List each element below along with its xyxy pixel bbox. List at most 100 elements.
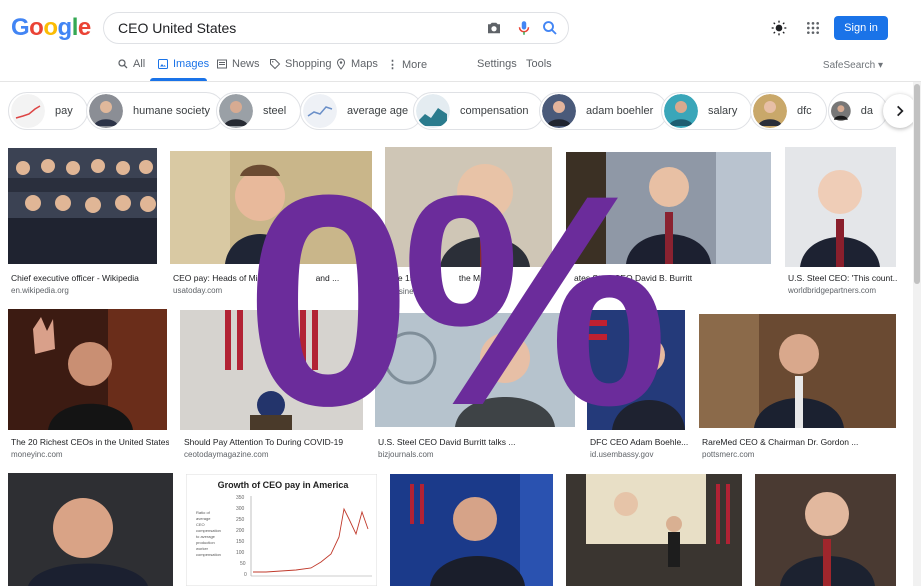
result-image[interactable] xyxy=(390,474,553,586)
result-tile[interactable]: ates Steel CEO David B. Burritt oneyinc.… xyxy=(566,152,772,302)
result-caption[interactable]: Should Pay Attention To During COVID-19 xyxy=(184,437,368,447)
result-image[interactable] xyxy=(785,147,896,267)
result-tile[interactable]: Chief executive officer - Wikipedia en.w… xyxy=(8,148,158,298)
result-tile[interactable]: CEO pay: Heads of Mi and ... usatoday.com xyxy=(170,151,372,301)
scrollbar-thumb[interactable] xyxy=(914,84,920,284)
tab-all[interactable]: All xyxy=(117,58,145,70)
result-image[interactable] xyxy=(8,309,167,430)
result-source[interactable]: worldbridgepartners.com xyxy=(788,286,876,295)
chip-label: salary xyxy=(708,105,738,117)
result-source[interactable]: oneyinc.com xyxy=(575,286,620,295)
chip-dfc[interactable]: dfc xyxy=(750,92,827,130)
result-source[interactable]: moneyinc.com xyxy=(11,450,63,459)
result-source[interactable]: usatoday.com xyxy=(173,286,222,295)
microphone-icon[interactable] xyxy=(515,19,533,37)
chip-average-age[interactable]: average age xyxy=(300,92,424,130)
chip-compensation[interactable]: compensation xyxy=(413,92,544,130)
result-image[interactable] xyxy=(180,310,363,430)
result-image[interactable] xyxy=(699,314,896,428)
result-caption[interactable]: CEO pay: Heads of Mi and ... xyxy=(173,273,373,283)
tab-shopping[interactable]: Shopping xyxy=(269,58,332,70)
result-caption[interactable]: U.S. Steel CEO David Burritt talks ... xyxy=(378,437,578,447)
camera-icon[interactable] xyxy=(485,19,503,37)
result-image[interactable] xyxy=(375,313,575,427)
result-source[interactable]: bizjournals.com xyxy=(378,450,434,459)
chips-next-button[interactable] xyxy=(883,94,917,128)
result-image[interactable]: Growth of CEO pay in America Ratio ofave… xyxy=(186,474,377,586)
svg-text:0: 0 xyxy=(244,572,247,578)
result-tile[interactable]: RareMed CEO & Chairman Dr. Gordon ... po… xyxy=(699,314,897,464)
tab-label: News xyxy=(232,58,260,70)
safesearch-dropdown[interactable]: SafeSearch ▾ xyxy=(823,60,883,71)
result-caption[interactable]: DFC CEO Adam Boehle... xyxy=(590,437,690,447)
result-tile[interactable]: U.S. Steel CEO David Burritt talks ... b… xyxy=(375,313,575,463)
chip-thumbnail xyxy=(416,94,450,128)
result-source[interactable]: id.usembassy.gov xyxy=(590,450,653,459)
apps-grid-icon[interactable] xyxy=(805,20,821,36)
tab-label: Maps xyxy=(351,58,378,70)
chip-thumbnail xyxy=(89,94,123,128)
chip-label: da xyxy=(860,105,873,117)
result-image[interactable] xyxy=(170,151,372,264)
svg-text:production: production xyxy=(196,540,215,545)
result-tile[interactable] xyxy=(8,473,173,586)
result-caption[interactable]: ates Steel CEO David B. Burritt xyxy=(574,273,778,283)
result-caption[interactable]: The 15 St the Mo xyxy=(388,273,556,283)
tab-label: All xyxy=(133,58,146,70)
tools-label: Tools xyxy=(526,58,552,70)
result-tile[interactable]: The 15 St the Mo businessinsi xyxy=(385,147,553,297)
result-image[interactable] xyxy=(385,147,552,267)
chip-thumbnail xyxy=(542,94,576,128)
chevron-right-icon xyxy=(897,105,904,117)
svg-text:compensation: compensation xyxy=(196,552,221,557)
result-tile[interactable] xyxy=(390,474,553,586)
google-logo[interactable]: Google xyxy=(11,14,91,42)
result-source[interactable]: en.wikipedia.org xyxy=(11,286,69,295)
result-image[interactable] xyxy=(566,474,742,586)
result-image[interactable] xyxy=(566,152,771,264)
settings-label: Settings xyxy=(477,58,517,70)
result-caption[interactable]: U.S. Steel CEO: 'This count... xyxy=(788,273,898,283)
chip-label: compensation xyxy=(460,105,529,117)
chip-salary[interactable]: salary xyxy=(661,92,753,130)
tools-link[interactable]: Tools xyxy=(526,58,552,70)
tab-more[interactable]: ⋮ More xyxy=(387,58,427,72)
tab-news[interactable]: News xyxy=(216,58,260,70)
tab-maps[interactable]: Maps xyxy=(335,58,378,70)
svg-text:350: 350 xyxy=(236,495,245,501)
result-caption[interactable]: Chief executive officer - Wikipedia xyxy=(11,273,161,283)
result-source[interactable]: pottsmerc.com xyxy=(702,450,754,459)
search-icon xyxy=(118,59,128,69)
search-input[interactable]: CEO United States xyxy=(118,20,236,36)
result-source[interactable]: businessinsi xyxy=(390,287,434,296)
chart-thumbnail-tile[interactable]: Growth of CEO pay in America Ratio of ave… xyxy=(186,474,378,586)
chip-humane-society[interactable]: humane society xyxy=(86,92,226,130)
svg-text:100: 100 xyxy=(236,550,245,556)
result-tile[interactable] xyxy=(566,474,742,586)
chip-steel[interactable]: steel xyxy=(216,92,302,130)
result-image[interactable] xyxy=(8,148,157,264)
theme-toggle-icon[interactable] xyxy=(771,20,787,36)
result-tile[interactable]: The 20 Richest CEOs in the United States… xyxy=(8,309,169,459)
chip-pay[interactable]: pay xyxy=(8,92,88,130)
chip-da[interactable]: da xyxy=(828,92,888,130)
result-tile[interactable]: U.S. Steel CEO: 'This count... worldbrid… xyxy=(785,147,898,297)
search-box[interactable]: CEO United States xyxy=(103,12,569,44)
svg-text:average: average xyxy=(196,516,211,521)
search-icon[interactable] xyxy=(541,19,559,37)
result-tile[interactable]: Should Pay Attention To During COVID-19 … xyxy=(180,310,364,460)
caption-part: CEO pay: Heads of Mi xyxy=(173,273,258,283)
chip-adam-boehler[interactable]: adam boehler xyxy=(539,92,669,130)
result-caption[interactable]: The 20 Richest CEOs in the United States xyxy=(11,437,169,447)
sign-in-button[interactable]: Sign in xyxy=(834,16,888,40)
result-image[interactable] xyxy=(587,310,685,430)
header: Google CEO United States Sign in All Ima… xyxy=(0,0,921,82)
result-image[interactable] xyxy=(8,473,173,586)
result-tile[interactable] xyxy=(755,474,897,586)
tab-images[interactable]: Images xyxy=(157,58,209,70)
result-source[interactable]: ceotodaymagazine.com xyxy=(184,450,269,459)
result-image[interactable] xyxy=(755,474,896,586)
result-tile[interactable]: DFC CEO Adam Boehle... id.usembassy.gov xyxy=(587,310,690,460)
settings-link[interactable]: Settings xyxy=(477,58,517,70)
result-caption[interactable]: RareMed CEO & Chairman Dr. Gordon ... xyxy=(702,437,898,447)
